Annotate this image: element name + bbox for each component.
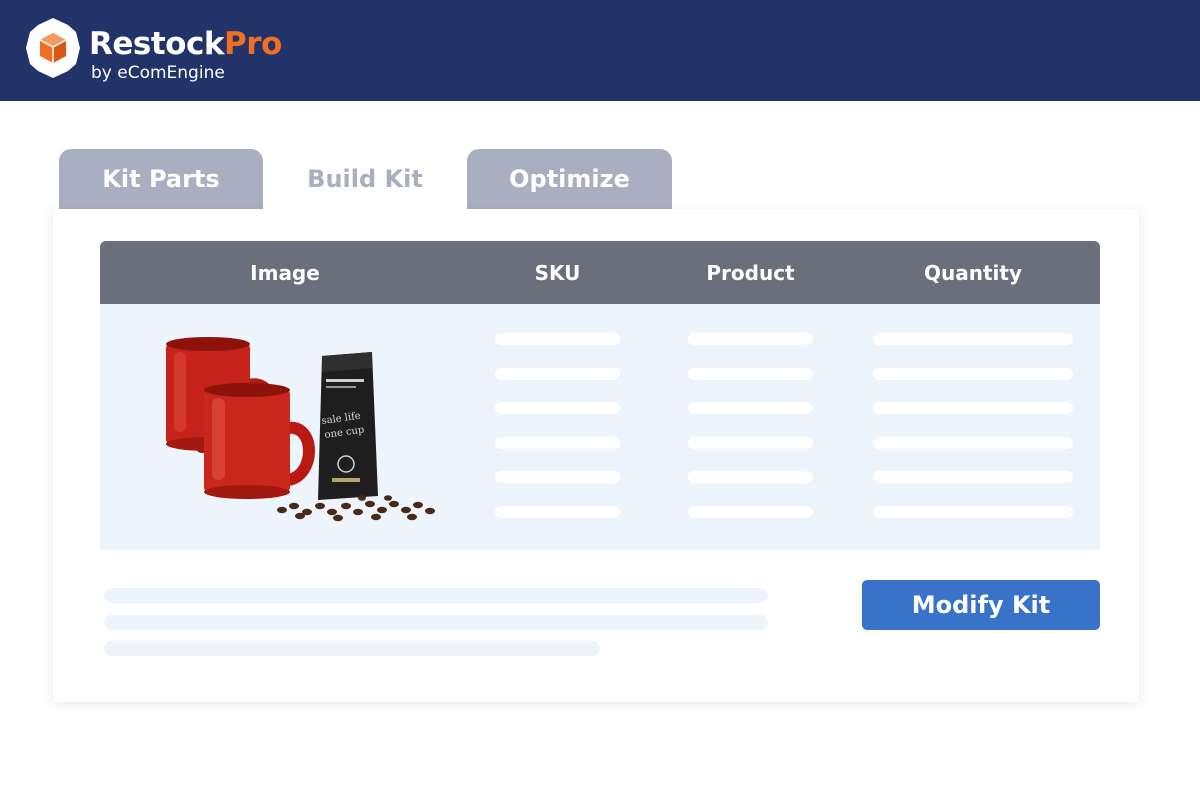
quantity-placeholder	[873, 437, 1073, 449]
quantity-placeholder	[873, 368, 1073, 380]
kit-table-header: Image SKU Product Quantity	[100, 241, 1100, 304]
column-header-sku: SKU	[534, 260, 581, 285]
modify-kit-button[interactable]: Modify Kit	[862, 580, 1100, 630]
description-placeholder	[104, 615, 768, 630]
sku-placeholder	[495, 471, 620, 483]
app-header: RestockPro by eComEngine	[0, 0, 1200, 101]
sku-placeholder	[495, 506, 620, 518]
sku-placeholder	[495, 437, 620, 449]
column-header-product: Product	[706, 260, 795, 285]
sku-placeholder	[495, 368, 620, 380]
kit-table-body: sale life one cup	[100, 304, 1100, 550]
column-header-quantity: Quantity	[924, 260, 1022, 285]
tab-kit-parts[interactable]: Kit Parts	[59, 149, 263, 209]
brand-tagline: by eComEngine	[91, 63, 225, 83]
quantity-placeholder	[873, 402, 1073, 414]
product-placeholder	[688, 368, 813, 380]
product-placeholder	[688, 402, 813, 414]
tab-optimize[interactable]: Optimize	[467, 149, 672, 209]
quantity-placeholder	[873, 506, 1073, 518]
restockpro-logo-icon	[26, 18, 80, 78]
product-placeholder	[688, 437, 813, 449]
column-header-image: Image	[250, 260, 320, 285]
product-placeholder	[688, 333, 813, 345]
quantity-placeholder	[873, 471, 1073, 483]
mugs-and-coffee-bag-image: sale life one cup	[166, 337, 435, 522]
description-placeholder	[104, 588, 768, 603]
tab-build-kit[interactable]: Build Kit	[263, 149, 467, 209]
description-placeholder	[104, 641, 600, 656]
sku-placeholder	[495, 333, 620, 345]
product-placeholder	[688, 506, 813, 518]
brand-main: Restock	[89, 26, 224, 62]
sku-placeholder	[495, 402, 620, 414]
brand-accent: Pro	[223, 26, 282, 62]
quantity-placeholder	[873, 333, 1073, 345]
brand-name: RestockPro	[89, 26, 282, 62]
product-placeholder	[688, 471, 813, 483]
